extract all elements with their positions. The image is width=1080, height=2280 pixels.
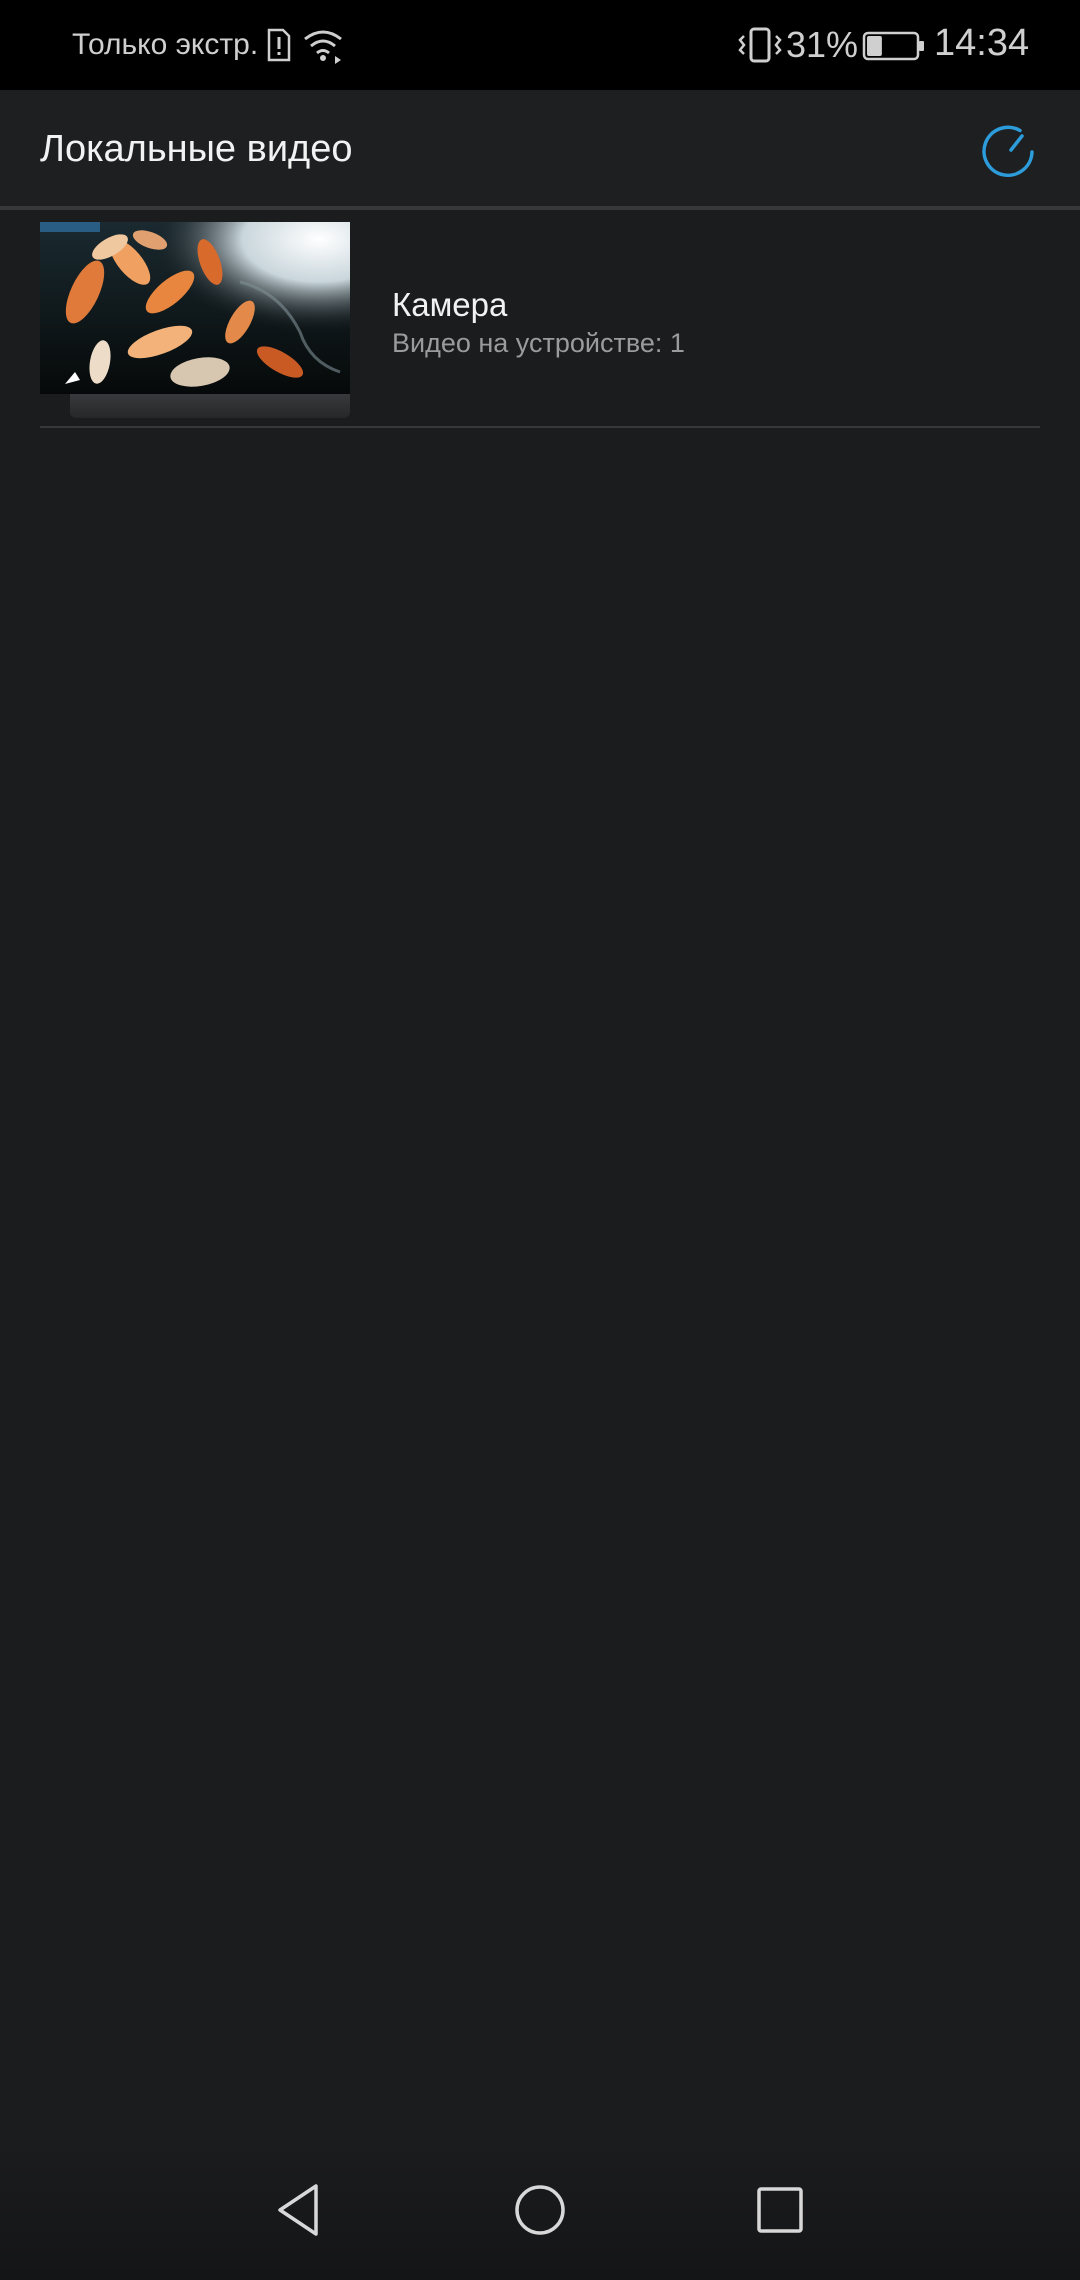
- carrier-label: Только экстр.: [72, 28, 259, 61]
- status-bar: Только экстр. 31% 14:34: [0, 0, 1080, 90]
- clock: 14:34: [934, 22, 1030, 64]
- local-videos-screen: Только экстр. 31% 14:34 Локальные видео …: [0, 0, 1080, 2280]
- folder-thumbnail: [40, 222, 350, 418]
- folder-item-camera[interactable]: Камера Видео на устройстве: 1: [40, 222, 1040, 428]
- navigation-bar: [0, 2140, 1080, 2280]
- vibrate-icon: [738, 27, 782, 63]
- sim-alert-icon: [267, 28, 291, 62]
- back-icon[interactable]: [270, 2180, 330, 2240]
- koi-fish-thumbnail: [40, 222, 350, 394]
- refresh-icon[interactable]: [978, 122, 1038, 182]
- page-title: Локальные видео: [40, 128, 353, 170]
- thumbnail-stack-shadow: [70, 392, 350, 418]
- video-thumbnail-image: [40, 222, 350, 394]
- wifi-icon: [304, 30, 342, 64]
- folder-video-count: Видео на устройстве: 1: [392, 328, 685, 358]
- battery-percent: 31%: [786, 24, 859, 65]
- app-bar: Локальные видео: [0, 90, 1080, 210]
- folder-title: Камера: [392, 286, 508, 323]
- home-icon[interactable]: [510, 2180, 570, 2240]
- battery-icon: [862, 31, 924, 61]
- recents-icon[interactable]: [750, 2180, 810, 2240]
